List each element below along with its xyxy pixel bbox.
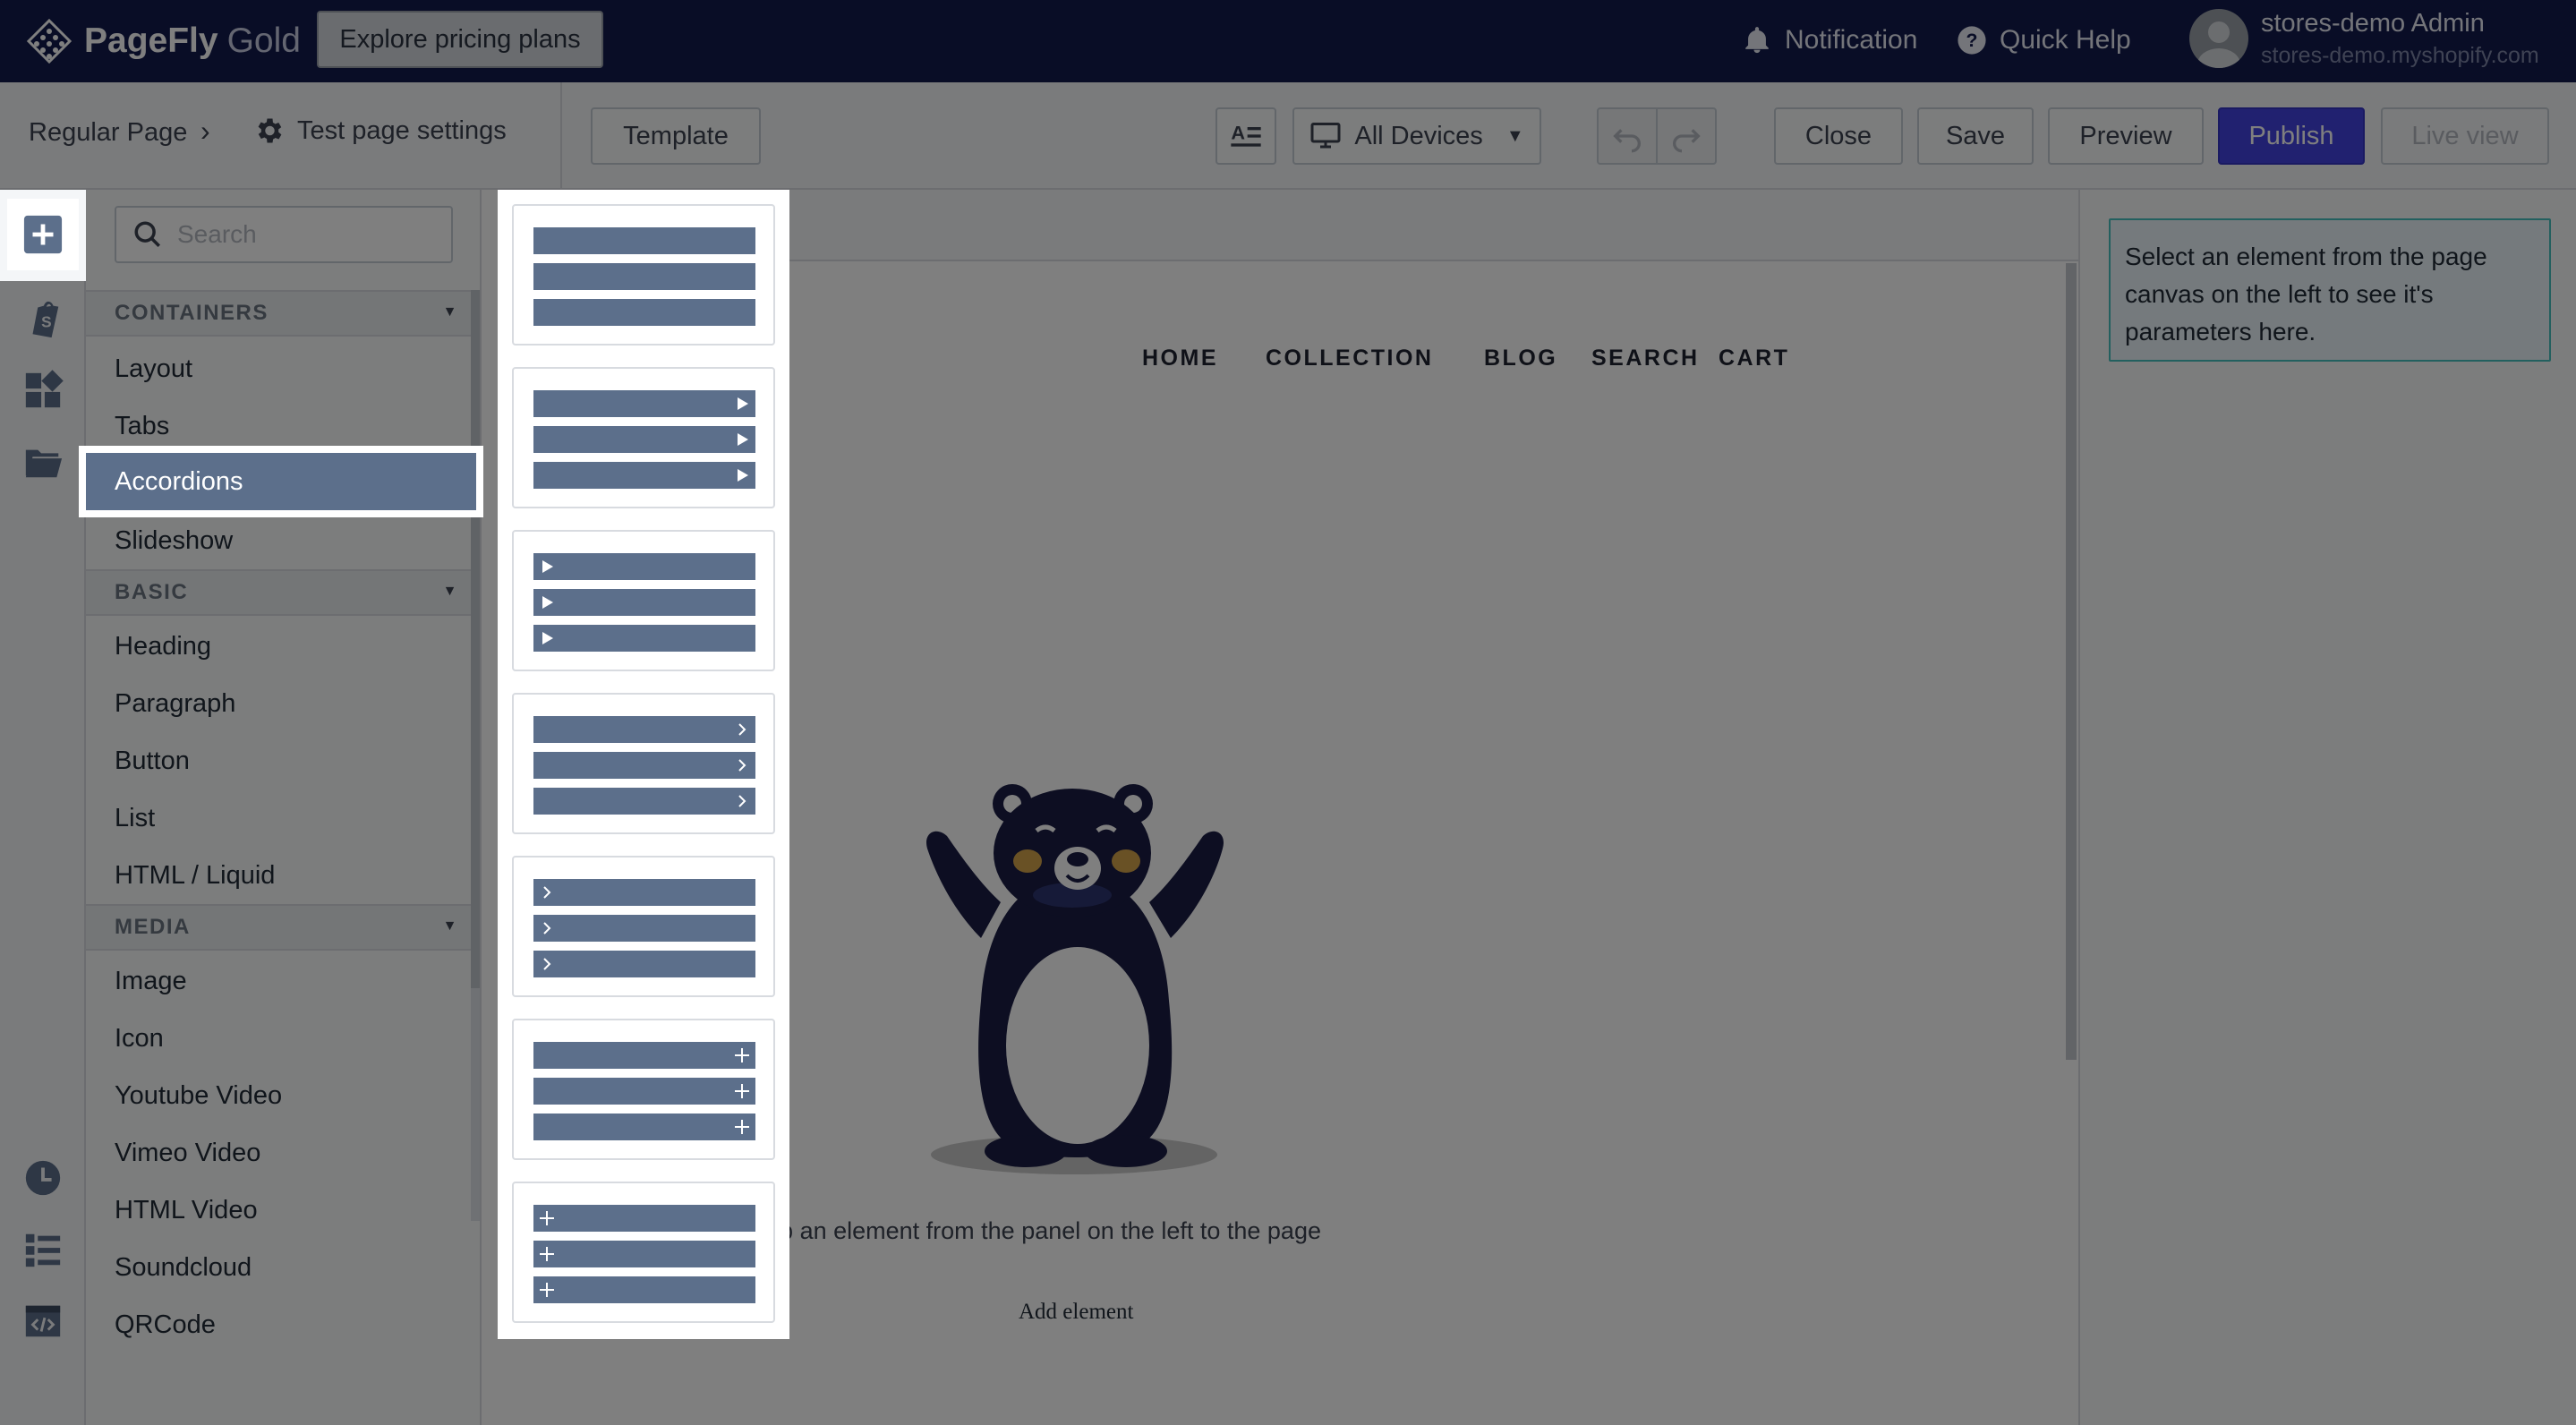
- chevron-right-icon: [738, 723, 746, 736]
- chevron-right-icon: [543, 958, 551, 970]
- chevron-right-icon: [738, 759, 746, 772]
- triangle-right-icon: [542, 632, 553, 644]
- plus-icon: [540, 1247, 554, 1261]
- triangle-right-icon: [542, 560, 553, 573]
- triangle-right-icon: [542, 596, 553, 609]
- plus-icon: [540, 1211, 554, 1225]
- plus-icon: [735, 1084, 749, 1098]
- plus-icon: [735, 1048, 749, 1062]
- triangle-right-icon: [738, 433, 748, 446]
- chevron-right-icon: [543, 922, 551, 934]
- accordion-variant-plus-left[interactable]: [512, 1182, 775, 1323]
- accordion-bar: [533, 263, 755, 290]
- accordion-variant-plain[interactable]: [512, 204, 775, 346]
- chevron-right-icon: [543, 886, 551, 899]
- triangle-right-icon: [738, 397, 748, 410]
- dim-overlay: [0, 0, 2576, 1425]
- accordion-variant-chevron-left[interactable]: [512, 856, 775, 997]
- item-accordions-label: Accordions: [86, 453, 476, 510]
- accordion-variant-chevron-right[interactable]: [512, 693, 775, 834]
- accordion-variant-arrow-right[interactable]: [512, 367, 775, 508]
- rail-add-element[interactable]: [0, 190, 86, 281]
- plus-icon: [735, 1120, 749, 1134]
- item-accordions[interactable]: Accordions: [79, 446, 483, 517]
- triangle-right-icon: [738, 469, 748, 482]
- accordion-variants-flyout: [498, 190, 789, 1339]
- add-element-icon: [23, 215, 63, 254]
- accordion-bar: [533, 299, 755, 326]
- accordion-variant-arrow-left[interactable]: [512, 530, 775, 671]
- plus-icon: [540, 1283, 554, 1297]
- accordion-variant-plus-right[interactable]: [512, 1019, 775, 1160]
- chevron-right-icon: [738, 795, 746, 807]
- accordion-bar: [533, 227, 755, 254]
